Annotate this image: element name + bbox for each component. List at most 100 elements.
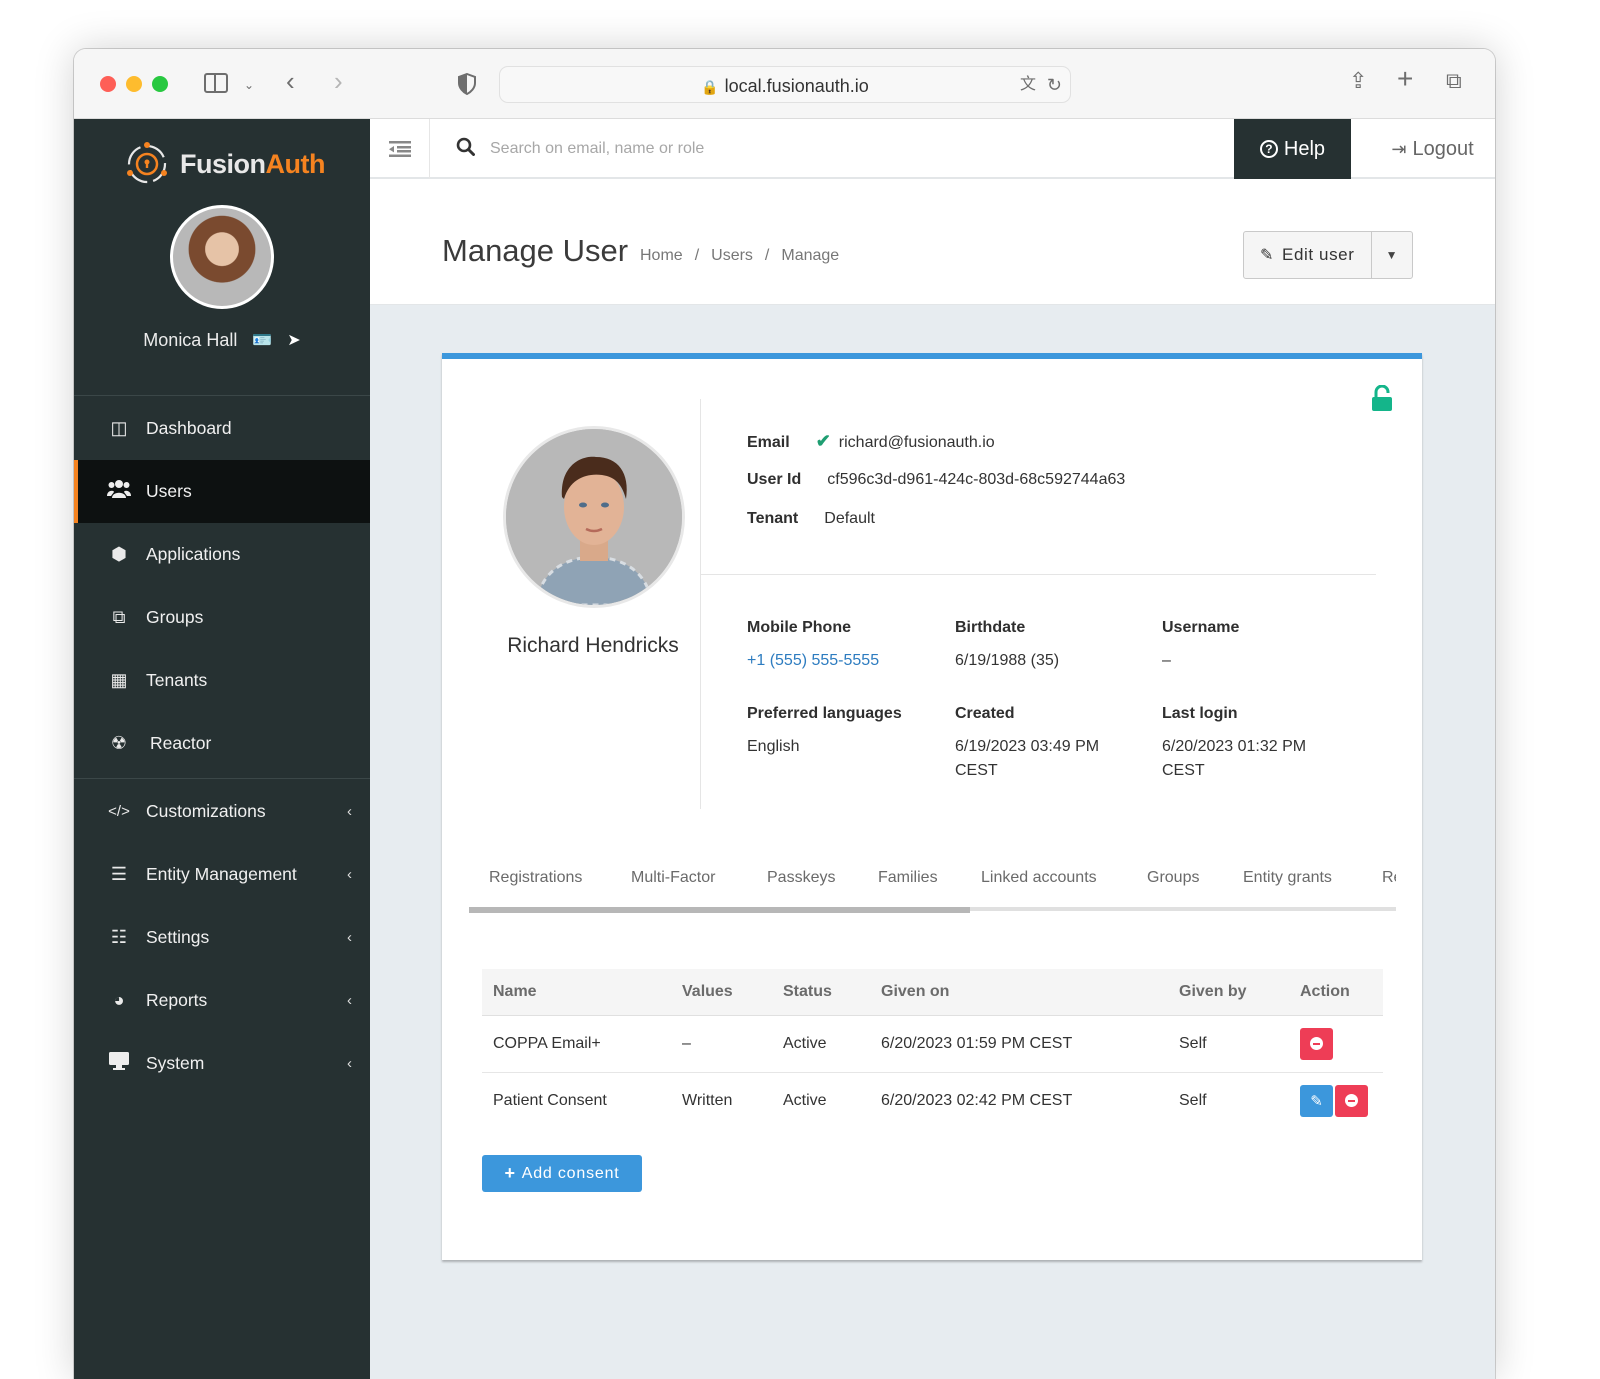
column-header-status: Status	[772, 969, 870, 1016]
breadcrumb-users[interactable]: Users	[711, 247, 753, 264]
sidebar-item-reports[interactable]: ◕ Reports ‹	[74, 969, 370, 1032]
translate-icon[interactable]: 文	[1020, 75, 1036, 95]
users-icon	[106, 479, 132, 504]
nav-divider	[74, 778, 370, 779]
sign-out-icon: ⇥	[1391, 138, 1407, 159]
edit-user-button-group: ✎ Edit user ▼	[1243, 231, 1413, 279]
logout-label: Logout	[1412, 137, 1474, 160]
user-id-label: User Id	[747, 471, 802, 488]
maximize-window-button[interactable]	[152, 76, 168, 92]
main-content: ? Help ⇥ Logout Manage User Home/Users/M…	[370, 119, 1495, 1379]
tab-linked-accounts[interactable]: Linked accounts	[981, 869, 1097, 887]
sidebar-item-reactor[interactable]: ☢ Reactor	[74, 712, 370, 775]
location-arrow-icon[interactable]: ➤	[287, 330, 300, 350]
consent-actions: ✎	[1289, 1072, 1383, 1129]
tab-families[interactable]: Families	[878, 869, 938, 887]
user-avatar	[503, 426, 685, 608]
tabs-overview-icon[interactable]: ⧉	[1446, 70, 1462, 92]
birthdate-field: Birthdate 6/19/1988 (35)	[955, 619, 1155, 673]
tenant-label: Tenant	[747, 510, 799, 527]
server-icon: ☰	[110, 864, 128, 884]
new-tab-icon[interactable]: +	[1397, 65, 1413, 93]
share-icon[interactable]: ⇪	[1349, 70, 1367, 92]
email-row: Email ✔ richard@fusionauth.io	[747, 431, 995, 452]
user-id-row: User Id cf596c3d-d961-424c-803d-68c592744…	[747, 471, 1125, 489]
shield-icon[interactable]	[457, 72, 477, 99]
tab-multi-factor[interactable]: Multi-Factor	[631, 869, 715, 887]
consent-values: –	[671, 1015, 772, 1073]
field-label: Last login	[1162, 705, 1238, 722]
consents-table: Name Values Status Given on Given by Act…	[482, 969, 1383, 1129]
tenant-row: Tenant Default	[747, 510, 875, 528]
sidebar-item-groups[interactable]: ⧉ Groups	[74, 586, 370, 649]
breadcrumb-home[interactable]: Home	[640, 247, 683, 264]
tab-entity-grants[interactable]: Entity grants	[1243, 869, 1332, 887]
logo-text-auth: Auth	[265, 148, 326, 179]
edit-user-dropdown-toggle[interactable]: ▼	[1372, 232, 1412, 278]
tab-overflow[interactable]: Re	[1382, 869, 1396, 887]
field-label: Username	[1162, 619, 1240, 636]
sidebar-item-entity-management[interactable]: ☰ Entity Management ‹	[74, 843, 370, 906]
tab-groups[interactable]: Groups	[1147, 869, 1199, 887]
column-header-values: Values	[671, 969, 772, 1016]
close-window-button[interactable]	[100, 76, 116, 92]
tab-passkeys[interactable]: Passkeys	[767, 869, 835, 887]
forward-icon[interactable]: ›	[334, 68, 343, 94]
search-input[interactable]	[490, 135, 1090, 163]
field-label: Mobile Phone	[747, 619, 851, 636]
consent-actions	[1289, 1015, 1383, 1073]
sidebar-item-label: Applications	[146, 544, 241, 564]
dashboard-icon: ◫	[110, 418, 128, 438]
chevron-down-icon[interactable]: ⌄	[244, 75, 254, 95]
edit-icon: ✎	[1310, 1092, 1323, 1110]
minus-circle-icon	[1345, 1094, 1358, 1108]
sidebar-item-label: Entity Management	[146, 864, 297, 884]
sidebar-item-label: Reactor	[150, 733, 212, 753]
sidebar-item-system[interactable]: System ‹	[74, 1032, 370, 1095]
sidebar-item-label: Groups	[146, 607, 204, 627]
consent-status: Active	[772, 1015, 870, 1073]
sidebar-item-users[interactable]: Users	[74, 460, 370, 523]
edit-icon: ✎	[1260, 247, 1275, 264]
sidebar-toggle-icon[interactable]	[204, 73, 228, 93]
menu-collapse-icon[interactable]	[370, 119, 430, 179]
mobile-phone-link[interactable]: +1 (555) 555-5555	[747, 649, 947, 673]
fusionauth-logo[interactable]: FusionAuth	[124, 139, 325, 189]
reload-icon[interactable]: ↻	[1047, 75, 1062, 95]
user-tabs: Registrations Multi-Factor Passkeys Fami…	[469, 869, 1396, 919]
edit-consent-button[interactable]: ✎	[1300, 1084, 1333, 1117]
back-icon[interactable]: ‹	[286, 68, 295, 94]
chevron-left-icon: ‹	[347, 992, 352, 1009]
tab-scrollbar-thumb[interactable]	[469, 907, 970, 913]
nav-divider	[74, 395, 370, 396]
minimize-window-button[interactable]	[126, 76, 142, 92]
mobile-phone-field: Mobile Phone +1 (555) 555-5555	[747, 619, 947, 673]
revoke-consent-button[interactable]	[1300, 1027, 1333, 1060]
sidebar-item-settings[interactable]: ☷ Settings ‹	[74, 906, 370, 969]
address-bar[interactable]: 🔒 local.fusionauth.io 文 ↻	[499, 66, 1071, 103]
tab-registrations[interactable]: Registrations	[489, 869, 582, 887]
verified-check-icon: ✔	[815, 431, 831, 451]
sidebar-item-tenants[interactable]: ▦ Tenants	[74, 649, 370, 712]
sidebar-item-applications[interactable]: ⬢ Applications	[74, 523, 370, 586]
admin-name: Monica Hall	[143, 329, 238, 350]
add-consent-button[interactable]: + Add consent	[482, 1155, 642, 1192]
field-label: Preferred languages	[747, 705, 902, 722]
admin-avatar[interactable]	[170, 205, 274, 309]
created-field: Created 6/19/2023 03:49 PM CEST	[955, 705, 1125, 783]
edit-user-button[interactable]: ✎ Edit user	[1244, 232, 1372, 278]
revoke-consent-button[interactable]	[1335, 1084, 1368, 1117]
consent-status: Active	[783, 1091, 827, 1109]
reactor-icon: ☢	[110, 733, 128, 753]
field-value: –	[1162, 652, 1171, 669]
column-header-action: Action	[1289, 969, 1383, 1016]
help-button[interactable]: ? Help	[1234, 119, 1351, 179]
user-full-name: Richard Hendricks	[507, 634, 679, 657]
profile-card-icon[interactable]: 🪪	[252, 330, 272, 350]
unlocked-icon[interactable]	[1372, 385, 1392, 411]
sidebar-item-customizations[interactable]: </> Customizations ‹	[74, 780, 370, 843]
url-text: local.fusionauth.io	[724, 76, 869, 96]
logout-button[interactable]: ⇥ Logout	[1370, 119, 1495, 179]
sidebar-item-dashboard[interactable]: ◫ Dashboard	[74, 397, 370, 460]
username-field: Username –	[1162, 619, 1362, 673]
